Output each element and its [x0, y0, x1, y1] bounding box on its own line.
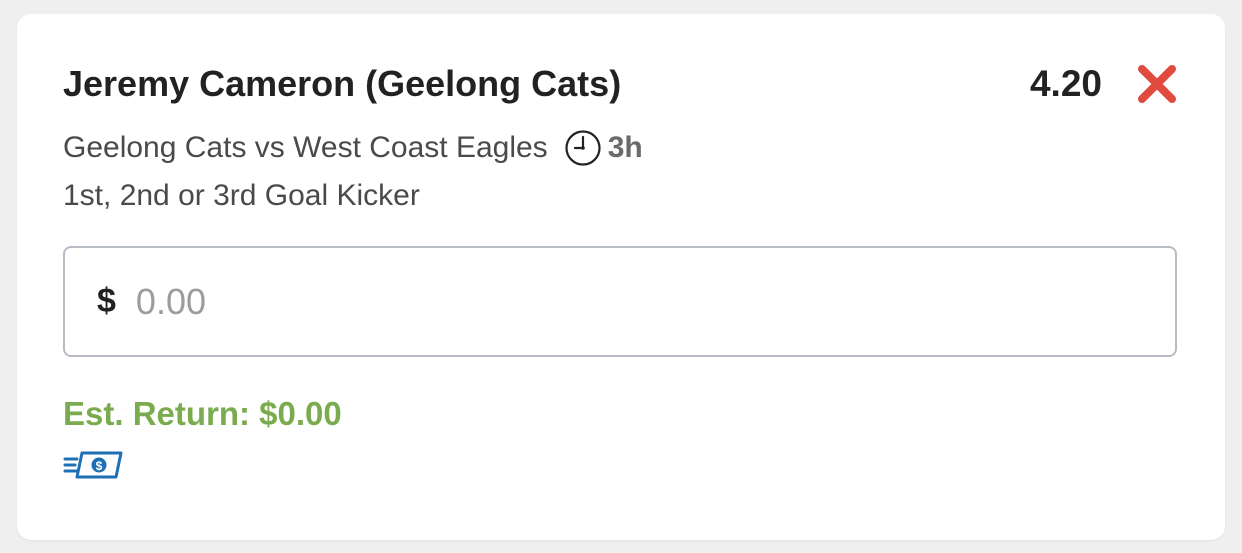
- match-row: Geelong Cats vs West Coast Eagles 3h: [63, 128, 643, 168]
- market-name: 1st, 2nd or 3rd Goal Kicker: [63, 179, 420, 212]
- cash-icon[interactable]: $: [63, 448, 123, 482]
- stake-field[interactable]: $: [63, 246, 1177, 357]
- estimated-return: Est. Return: $0.00: [63, 395, 342, 432]
- selection-title: Jeremy Cameron (Geelong Cats): [63, 63, 622, 104]
- odds-value: 4.20: [1029, 63, 1102, 104]
- svg-text:$: $: [96, 459, 103, 473]
- currency-symbol: $: [97, 282, 116, 320]
- match-name: Geelong Cats vs West Coast Eagles: [63, 131, 548, 164]
- close-icon: [1138, 65, 1176, 103]
- clock-icon: [564, 129, 602, 167]
- start-time: 3h: [607, 131, 643, 164]
- bet-slip-card: Jeremy Cameron (Geelong Cats) 4.20 Geelo…: [17, 14, 1225, 540]
- remove-bet-button[interactable]: [1136, 64, 1178, 104]
- stake-input[interactable]: [133, 279, 1038, 324]
